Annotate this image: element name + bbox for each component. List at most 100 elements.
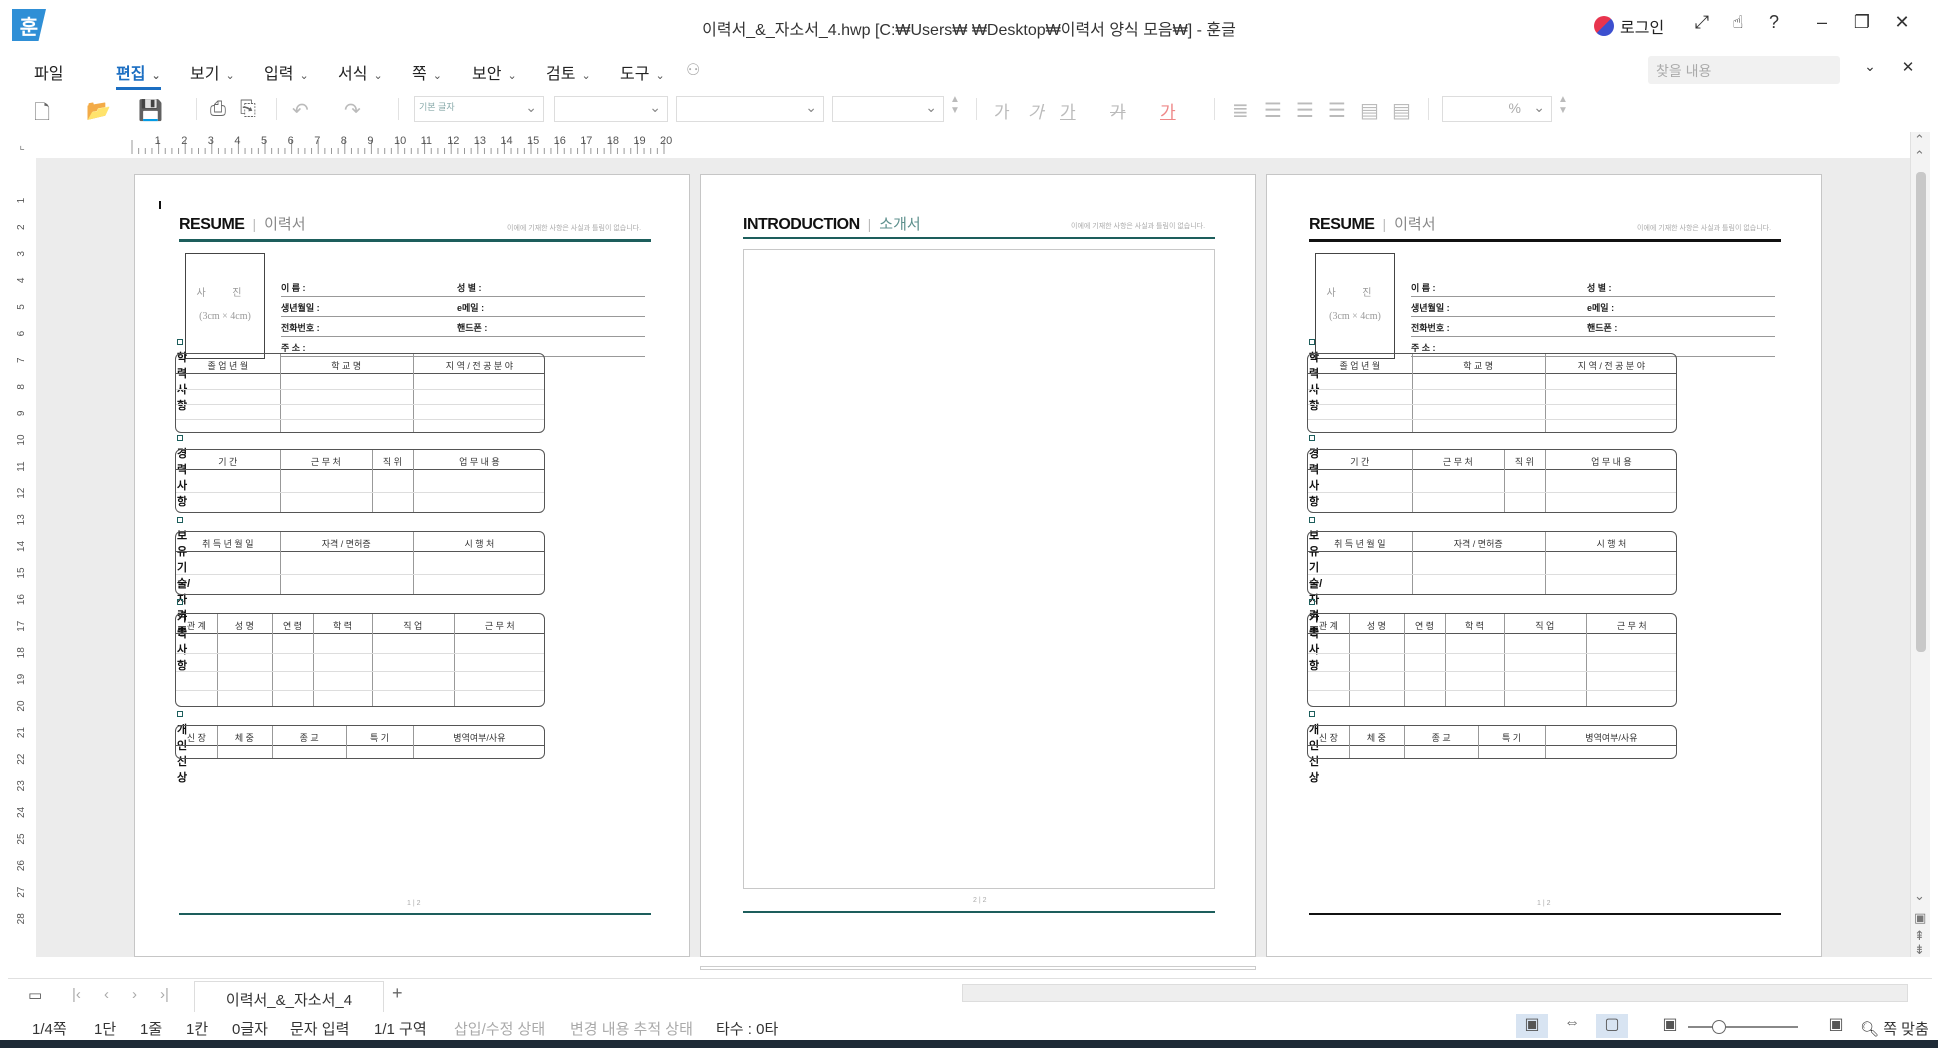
- tab-list-icon[interactable]: ▭: [28, 986, 42, 1004]
- column-header: 업 무 내 용: [459, 457, 500, 467]
- zoom-slider[interactable]: [1688, 1026, 1798, 1028]
- ruler-label: 5: [261, 135, 267, 147]
- horizontal-ruler[interactable]: 1 2 3 4 5 6 7 8 9 10 11 12 13 14 15 16 17 18 19 20: [8, 132, 1910, 158]
- section-table[interactable]: 졸 업 년 월 학 교 명 지 역 / 전 공 분 야: [175, 353, 545, 433]
- search-dropdown-icon[interactable]: ⌄: [1858, 58, 1882, 75]
- vertical-ruler[interactable]: 1 2 3 4 5 6 7 8 9 10 11 12 13 14 15 16 17 18 19 20 21 22 23 24 2…: [8, 132, 36, 957]
- underline-icon[interactable]: 가: [1060, 98, 1076, 123]
- save-icon[interactable]: 💾: [138, 98, 163, 123]
- section-table[interactable]: 취 득 년 월 일 자격 / 면허증 시 행 처: [175, 531, 545, 595]
- section-table[interactable]: 신 장 체 중 종 교 특 기 병역여부/사유: [1307, 725, 1677, 759]
- font-select[interactable]: [676, 96, 824, 122]
- first-tab-icon[interactable]: |‹: [72, 986, 81, 1003]
- page-view-icon[interactable]: ▣: [1914, 910, 1926, 926]
- prev-tab-icon[interactable]: ‹: [104, 986, 109, 1003]
- document-tab[interactable]: 이력서_&_자소서_4: [194, 981, 384, 1013]
- scroll-down-icon[interactable]: ⌄: [1914, 888, 1925, 904]
- section-table[interactable]: 취 득 년 월 일 자격 / 면허증 시 행 처: [1307, 531, 1677, 595]
- new-document-icon[interactable]: 🗋: [34, 98, 50, 132]
- text-color-icon[interactable]: 가: [1160, 98, 1176, 123]
- align-justify-icon[interactable]: ≣: [1232, 98, 1249, 123]
- vertical-scrollbar[interactable]: ⌃ ⌃ ⌄ ▣ ⇞ ⇟: [1910, 132, 1930, 957]
- scroll-up-fast-icon[interactable]: ⌃: [1914, 148, 1925, 164]
- size-stepper-icon[interactable]: ▲ ▼: [950, 94, 960, 116]
- section-table[interactable]: 졸 업 년 월 학 교 명 지 역 / 전 공 분 야: [1307, 353, 1677, 433]
- menu-format[interactable]: 서식 ⌄: [338, 60, 383, 84]
- intro-text-box[interactable]: [743, 249, 1215, 889]
- menu-insert[interactable]: 입력 ⌄: [264, 60, 309, 84]
- menu-edit[interactable]: 편집 ⌄: [116, 60, 161, 90]
- footer-rule: [179, 913, 651, 915]
- page-2[interactable]: INTRODUCTION | 소개서 이에에 기재한 사항은 사실과 틀림이 없…: [700, 174, 1256, 957]
- next-tab-icon[interactable]: ›: [132, 986, 137, 1003]
- section-table[interactable]: 기 간근 무 처직 위업 무 내 용: [1307, 449, 1677, 513]
- page-3[interactable]: RESUME | 이력서 이에에 기재한 사항은 사실과 틀림이 없습니다. 사…: [1266, 174, 1822, 957]
- login-button[interactable]: 로그인: [1594, 14, 1664, 38]
- zoom-fit-button[interactable]: 🔍︎ 쪽 맞춤: [1860, 1018, 1929, 1039]
- status-insert-state[interactable]: 삽입/수정 상태: [454, 1018, 545, 1039]
- bold-icon[interactable]: 가: [994, 98, 1010, 123]
- status-page[interactable]: 1/4쪽: [32, 1018, 67, 1039]
- section-table[interactable]: 관 계성 명연 령학 력직 업근 무 처: [1307, 613, 1677, 707]
- status-track-changes[interactable]: 변경 내용 추적 상태: [570, 1018, 693, 1039]
- last-tab-icon[interactable]: ›|: [160, 986, 169, 1003]
- align-right-icon[interactable]: ☰: [1328, 98, 1346, 123]
- zoom-slider-thumb[interactable]: [1712, 1020, 1726, 1034]
- italic-icon[interactable]: 가: [1028, 98, 1044, 123]
- menu-view[interactable]: 보기 ⌄: [190, 60, 235, 84]
- horizontal-scrollbar[interactable]: [962, 984, 1908, 1002]
- redo-icon[interactable]: ↷: [344, 98, 361, 123]
- restore-icon[interactable]: ❐: [1850, 12, 1874, 33]
- align-distribute-icon[interactable]: ▤: [1360, 98, 1379, 123]
- tab-stop-selector[interactable]: ⌞: [8, 132, 36, 158]
- menu-tools[interactable]: 도구 ⌄: [620, 60, 665, 84]
- align-divide-icon[interactable]: ▤: [1392, 98, 1411, 123]
- column-divider: [412, 726, 414, 758]
- section-table[interactable]: 관 계성 명연 령학 력직 업근 무 처: [175, 613, 545, 707]
- fullscreen-icon[interactable]: ⤢: [1690, 12, 1714, 33]
- align-center-icon[interactable]: ☰: [1296, 98, 1314, 123]
- line-spacing-select[interactable]: %: [1442, 96, 1552, 122]
- multi-page-view-icon[interactable]: ▢: [1596, 1014, 1628, 1038]
- print-preview-icon[interactable]: ⎘: [240, 98, 256, 121]
- section-table[interactable]: 신 장 체 중 종 교 특 기 병역여부/사유: [175, 725, 545, 759]
- column-header: 기 간: [218, 457, 238, 467]
- column-header: 관 계: [1318, 621, 1338, 631]
- scrollbar-thumb[interactable]: [1916, 172, 1926, 652]
- section-bullet-icon: [1309, 339, 1315, 345]
- strikethrough-icon[interactable]: 가: [1110, 98, 1126, 123]
- column-divider: [412, 532, 414, 594]
- scroll-up-icon[interactable]: ⌃: [1914, 132, 1925, 148]
- status-input-mode[interactable]: 문자 입력: [290, 1018, 349, 1039]
- menu-file[interactable]: 파일: [34, 60, 63, 84]
- print-icon[interactable]: ⎙: [210, 98, 226, 121]
- font-size-select[interactable]: [832, 96, 944, 122]
- width-view-icon[interactable]: ⇔: [1556, 1014, 1588, 1038]
- next-page-icon[interactable]: ⇟: [1914, 942, 1925, 958]
- column-header: 직 업: [1535, 621, 1555, 631]
- menu-page[interactable]: 쪽 ⌄: [412, 60, 442, 84]
- font-lang-select[interactable]: [554, 96, 668, 122]
- align-left-icon[interactable]: ☰: [1264, 98, 1282, 123]
- menu-security[interactable]: 보안 ⌄: [472, 60, 517, 84]
- close-icon[interactable]: ✕: [1890, 12, 1914, 33]
- search-input[interactable]: 찾을 내용: [1648, 56, 1840, 84]
- spacing-stepper-icon[interactable]: ▲ ▼: [1558, 94, 1568, 116]
- hand-icon[interactable]: ☝: [1726, 12, 1750, 33]
- zoom-out-icon[interactable]: ▣: [1654, 1014, 1686, 1038]
- menu-review[interactable]: 검토 ⌄: [546, 60, 591, 84]
- style-select[interactable]: 기본 글자: [414, 96, 544, 122]
- page-1[interactable]: RESUME | 이력서 이에에 기재한 사항은 사실과 틀림이 없습니다. 사…: [134, 174, 690, 957]
- section-table[interactable]: 기 간근 무 처직 위업 무 내 용: [175, 449, 545, 513]
- add-tab-button[interactable]: +: [392, 983, 403, 1004]
- minimize-icon[interactable]: –: [1810, 12, 1834, 33]
- help-icon[interactable]: ?: [1762, 12, 1786, 33]
- share-icon[interactable]: ⚇: [686, 60, 700, 80]
- zoom-fit-label: 쪽 맞춤: [1883, 1021, 1929, 1038]
- close-search-icon[interactable]: ✕: [1896, 58, 1920, 76]
- zoom-in-icon[interactable]: ▣: [1820, 1014, 1852, 1038]
- undo-icon[interactable]: ↶: [292, 98, 309, 123]
- open-folder-icon[interactable]: 📂: [86, 98, 111, 123]
- page-layout-view-icon[interactable]: ▣: [1516, 1014, 1548, 1038]
- ruler-label: 15: [527, 135, 539, 147]
